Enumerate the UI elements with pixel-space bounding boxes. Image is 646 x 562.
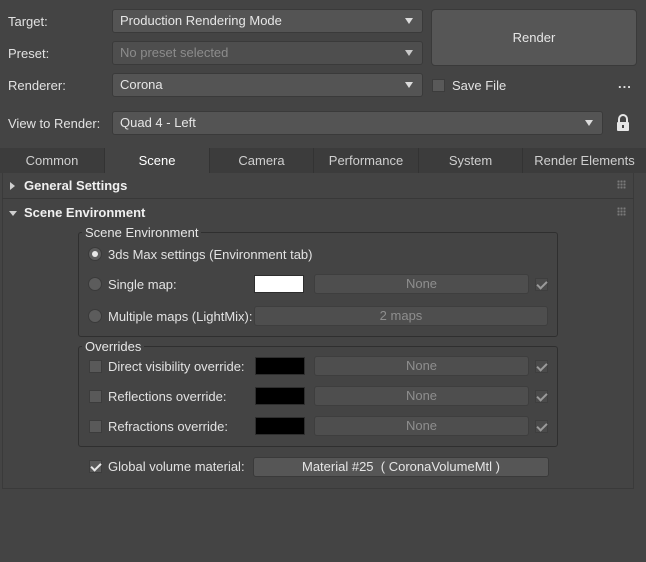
global-volume-checkbox[interactable] xyxy=(89,460,102,473)
save-file-label: Save File xyxy=(452,78,507,93)
refractions-override-label: Refractions override: xyxy=(108,419,228,434)
radio-single-map-label: Single map: xyxy=(108,277,177,292)
preset-value: No preset selected xyxy=(120,45,229,60)
target-dropdown[interactable]: Production Rendering Mode xyxy=(112,9,423,33)
expand-arrow-icon xyxy=(10,182,15,190)
reflections-map-enable-checkbox[interactable] xyxy=(535,390,548,403)
render-button[interactable]: Render xyxy=(431,9,637,66)
preset-label: Preset: xyxy=(8,46,50,61)
tab-performance[interactable]: Performance xyxy=(314,148,419,173)
refractions-override-color-swatch[interactable] xyxy=(255,417,305,435)
direct-visibility-map-button[interactable]: None xyxy=(314,356,529,376)
renderer-dropdown[interactable]: Corona xyxy=(112,73,423,97)
tab-camera[interactable]: Camera xyxy=(210,148,314,173)
tab-render-elements[interactable]: Render Elements xyxy=(523,148,646,173)
direct-visibility-color-swatch[interactable] xyxy=(255,357,305,375)
tab-system[interactable]: System xyxy=(419,148,523,173)
direct-visibility-label: Direct visibility override: xyxy=(108,359,245,374)
single-map-button[interactable]: None xyxy=(314,274,529,294)
global-volume-label: Global volume material: xyxy=(108,459,245,474)
reflections-override-checkbox[interactable] xyxy=(89,390,102,403)
scene-environment-group-title: Scene Environment xyxy=(82,225,202,240)
divider xyxy=(2,198,634,199)
reflections-override-color-swatch[interactable] xyxy=(255,387,305,405)
radio-single-map[interactable] xyxy=(88,277,102,291)
view-to-render-label: View to Render: xyxy=(8,116,101,131)
refractions-override-checkbox[interactable] xyxy=(89,420,102,433)
renderer-label: Renderer: xyxy=(8,78,66,93)
collapse-arrow-icon xyxy=(9,211,17,216)
radio-multiple-maps[interactable] xyxy=(88,309,102,323)
direct-visibility-checkbox[interactable] xyxy=(89,360,102,373)
view-to-render-dropdown[interactable]: Quad 4 - Left xyxy=(112,111,603,135)
tab-common[interactable]: Common xyxy=(0,148,105,173)
multiple-maps-button[interactable]: 2 maps xyxy=(254,306,548,326)
direct-visibility-map-enable-checkbox[interactable] xyxy=(535,360,548,373)
single-map-color-swatch[interactable] xyxy=(254,275,304,293)
general-settings-rollout[interactable]: General Settings xyxy=(2,174,634,198)
chevron-down-icon xyxy=(405,18,413,24)
renderer-value: Corona xyxy=(120,77,163,92)
view-to-render-value: Quad 4 - Left xyxy=(120,115,196,130)
global-volume-material-button[interactable]: Material #25 ( CoronaVolumeMtl ) xyxy=(253,457,549,477)
reflections-override-label: Reflections override: xyxy=(108,389,227,404)
refractions-override-map-button[interactable]: None xyxy=(314,416,529,436)
tab-bar: Common Scene Camera Performance System R… xyxy=(0,148,646,173)
chevron-down-icon xyxy=(585,120,593,126)
lock-icon[interactable] xyxy=(615,113,631,133)
radio-3dsmax-settings[interactable] xyxy=(88,247,102,261)
target-value: Production Rendering Mode xyxy=(120,13,282,28)
scene-environment-title: Scene Environment xyxy=(24,205,146,220)
reflections-override-map-button[interactable]: None xyxy=(314,386,529,406)
preset-dropdown[interactable]: No preset selected xyxy=(112,41,423,65)
general-settings-title: General Settings xyxy=(24,178,128,193)
tab-scene[interactable]: Scene xyxy=(105,148,210,173)
overrides-group-title: Overrides xyxy=(82,339,145,354)
save-file-checkbox[interactable] xyxy=(432,79,445,92)
drag-handle-icon[interactable] xyxy=(617,180,626,189)
drag-handle-icon[interactable] xyxy=(617,207,626,216)
single-map-enable-checkbox[interactable] xyxy=(535,278,548,291)
radio-3dsmax-settings-label: 3ds Max settings (Environment tab) xyxy=(108,247,313,262)
chevron-down-icon xyxy=(405,82,413,88)
chevron-down-icon xyxy=(405,50,413,56)
target-label: Target: xyxy=(8,14,48,29)
more-button[interactable]: ... xyxy=(618,76,632,91)
scene-environment-rollout[interactable]: Scene Environment xyxy=(2,201,634,225)
radio-multiple-maps-label: Multiple maps (LightMix): xyxy=(108,309,253,324)
refractions-map-enable-checkbox[interactable] xyxy=(535,420,548,433)
